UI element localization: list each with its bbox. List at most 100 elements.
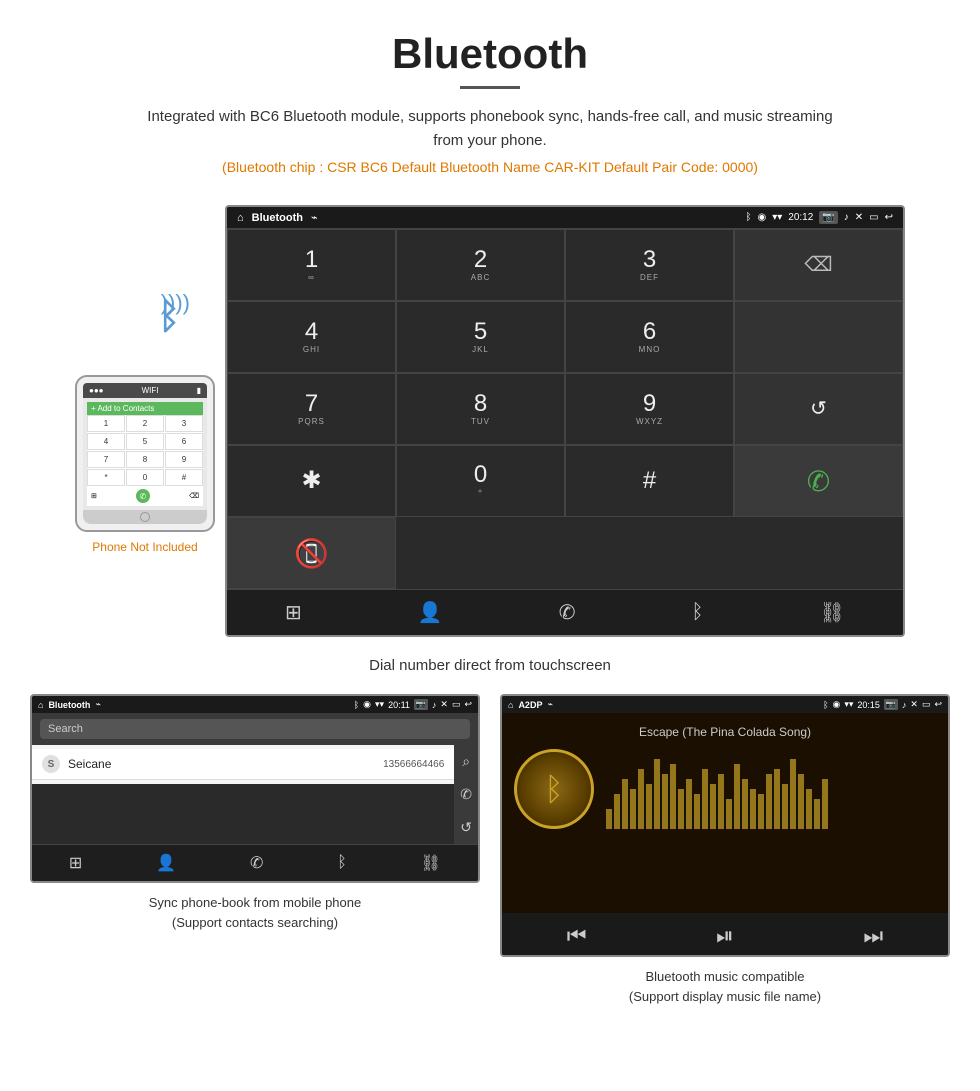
music-prev-button[interactable]: ⏮ bbox=[567, 923, 587, 949]
dialer-section: )))) ᛒ ●●● WIFI ▮ + Add to Contacts 1 2 bbox=[75, 205, 905, 637]
dial-key-4[interactable]: 4GHI bbox=[227, 301, 396, 373]
phonebook-status-bar: ⌂ Bluetooth ⌁ ᛒ ◉ ▾▾ 20:11 📷 ♪ ✕ ▭ ↩ bbox=[32, 696, 478, 713]
dial-key-8[interactable]: 8TUV bbox=[396, 373, 565, 445]
visualizer-bar bbox=[662, 774, 668, 829]
visualizer-bar bbox=[734, 764, 740, 829]
pb-call-icon[interactable]: ✆ bbox=[460, 786, 472, 803]
dial-key-3[interactable]: 3DEF bbox=[565, 229, 734, 301]
toolbar-link-icon[interactable]: ⛓ bbox=[820, 600, 845, 625]
pb-status-right: ᛒ ◉ ▾▾ 20:11 📷 ♪ ✕ ▭ ↩ bbox=[354, 699, 472, 710]
dial-key-5[interactable]: 5JKL bbox=[396, 301, 565, 373]
phone-mockup: ●●● WIFI ▮ + Add to Contacts 1 2 3 4 5 6 bbox=[75, 375, 215, 532]
music-album-art: ᛒ bbox=[514, 749, 594, 829]
visualizer-bar bbox=[654, 759, 660, 829]
visualizer-bar bbox=[806, 789, 812, 829]
visualizer-bar bbox=[710, 784, 716, 829]
toolbar-keypad-icon[interactable]: ⊞ bbox=[285, 600, 302, 625]
dialer-app-name: Bluetooth bbox=[252, 212, 303, 224]
visualizer-bar bbox=[814, 799, 820, 829]
close-icon: ✕ bbox=[855, 212, 863, 223]
visualizer-bar bbox=[606, 809, 612, 829]
visualizer-bar bbox=[622, 779, 628, 829]
page-header: Bluetooth Integrated with BC6 Bluetooth … bbox=[0, 0, 980, 205]
dial-call-button[interactable]: ✆ bbox=[734, 445, 903, 517]
pb-search-icon[interactable]: ⌕ bbox=[462, 753, 470, 770]
phonebook-content: S Seicane 13566664466 ⌕ ✆ ↺ bbox=[32, 745, 478, 844]
mus-usb-icon: ⌁ bbox=[547, 699, 552, 710]
contact-entry[interactable]: S Seicane 13566664466 bbox=[32, 749, 454, 780]
dial-backspace-key[interactable]: ⌫ bbox=[734, 229, 903, 301]
location-icon: ◉ bbox=[758, 212, 767, 223]
dial-key-6[interactable]: 6MNO bbox=[565, 301, 734, 373]
music-playpause-button[interactable]: ⏯ bbox=[716, 923, 734, 949]
music-caption-line2: (Support display music file name) bbox=[629, 989, 821, 1004]
phone-network: WIFI bbox=[142, 386, 159, 395]
pb-toolbar-keypad[interactable]: ⊞ bbox=[69, 853, 82, 873]
phone-keypad: 1 2 3 4 5 6 7 8 9 * 0 # bbox=[87, 415, 203, 486]
music-next-button[interactable]: ⏭ bbox=[863, 923, 883, 949]
phonebook-right-icons: ⌕ ✆ ↺ bbox=[454, 745, 478, 844]
status-right: ᛒ ◉ ▾▾ 20:12 📷 ♪ ✕ ▭ ↩ bbox=[746, 211, 894, 224]
add-contacts-label: + Add to Contacts bbox=[91, 404, 154, 413]
visualizer-bar bbox=[670, 764, 676, 829]
music-art-area: ᛒ bbox=[514, 749, 936, 829]
visualizer-bar bbox=[702, 769, 708, 829]
mus-app-name: A2DP bbox=[518, 700, 542, 710]
phone-bottom-row: ⊞ ✆ ⌫ bbox=[87, 486, 203, 506]
toolbar-contacts-icon[interactable]: 👤 bbox=[418, 600, 443, 625]
pb-usb-icon: ⌁ bbox=[95, 699, 100, 710]
phonebook-panel: ⌂ Bluetooth ⌁ ᛒ ◉ ▾▾ 20:11 📷 ♪ ✕ ▭ ↩ bbox=[30, 694, 480, 1006]
mus-bt-icon: ᛒ bbox=[823, 700, 828, 710]
dial-key-1[interactable]: 1∞ bbox=[227, 229, 396, 301]
phone-screen: + Add to Contacts 1 2 3 4 5 6 7 8 9 * 0 bbox=[83, 398, 207, 510]
phonebook-main: S Seicane 13566664466 bbox=[32, 745, 454, 844]
pb-toolbar-link[interactable]: ⛓ bbox=[421, 853, 441, 873]
pb-toolbar-bt[interactable]: ᛒ bbox=[337, 854, 347, 872]
visualizer-bar bbox=[686, 779, 692, 829]
music-song-title: Escape (The Pina Colada Song) bbox=[639, 725, 811, 739]
mus-win-icon: ▭ bbox=[922, 699, 931, 710]
pb-bt-icon: ᛒ bbox=[354, 700, 359, 710]
pb-home-icon: ⌂ bbox=[38, 700, 43, 710]
visualizer-bar bbox=[790, 759, 796, 829]
dial-end-button[interactable]: 📵 bbox=[227, 517, 396, 589]
pb-toolbar-phone[interactable]: ✆ bbox=[250, 853, 263, 873]
status-left: ⌂ Bluetooth ⌁ bbox=[237, 211, 318, 224]
phone-battery-icon: ▮ bbox=[197, 386, 201, 395]
phone-call-button: ✆ bbox=[136, 489, 150, 503]
pb-refresh-icon[interactable]: ↺ bbox=[460, 819, 472, 836]
dial-key-0[interactable]: 0⁺ bbox=[396, 445, 565, 517]
phone-home-circle bbox=[140, 512, 150, 522]
dial-key-hash[interactable]: # bbox=[565, 445, 734, 517]
mus-cam-icon: 📷 bbox=[884, 699, 898, 710]
music-caption-line1: Bluetooth music compatible bbox=[646, 969, 805, 984]
dial-empty-2 bbox=[734, 301, 903, 373]
dial-key-7[interactable]: 7PQRS bbox=[227, 373, 396, 445]
dial-reload-key[interactable]: ↺ bbox=[734, 373, 903, 445]
dial-key-2[interactable]: 2ABC bbox=[396, 229, 565, 301]
dialer-keys-grid: 1∞ 2ABC 3DEF ⌫ 4GHI 5JKL 6MNO 7PQRS 8TUV… bbox=[227, 228, 903, 589]
bt-status-icon: ᛒ bbox=[746, 212, 752, 223]
visualizer-bar bbox=[694, 794, 700, 829]
dialer-caption: Dial number direct from touchscreen bbox=[369, 657, 611, 674]
mus-status-left: ⌂ A2DP ⌁ bbox=[508, 699, 553, 710]
phone-key-4: 4 bbox=[87, 433, 125, 450]
mus-loc-icon: ◉ bbox=[832, 699, 840, 710]
main-content: )))) ᛒ ●●● WIFI ▮ + Add to Contacts 1 2 bbox=[0, 205, 980, 1006]
contact-name: Seicane bbox=[68, 757, 383, 771]
music-visualizer bbox=[606, 749, 936, 829]
title-divider bbox=[460, 86, 520, 89]
phonebook-search-input[interactable]: Search bbox=[40, 719, 470, 739]
toolbar-phone-icon[interactable]: ✆ bbox=[559, 600, 576, 625]
dial-key-9[interactable]: 9WXYZ bbox=[565, 373, 734, 445]
phonebook-caption-line1: Sync phone-book from mobile phone bbox=[149, 895, 361, 910]
pb-toolbar-person[interactable]: 👤 bbox=[156, 853, 176, 873]
dial-key-star[interactable]: ✱ bbox=[227, 445, 396, 517]
toolbar-bt-icon[interactable]: ᛒ bbox=[692, 601, 704, 624]
pb-back-icon: ↩ bbox=[464, 699, 472, 710]
visualizer-bar bbox=[750, 789, 756, 829]
page-title: Bluetooth bbox=[20, 30, 960, 78]
mus-back-icon: ↩ bbox=[934, 699, 942, 710]
pb-win-icon: ▭ bbox=[452, 699, 461, 710]
phonebook-screen: ⌂ Bluetooth ⌁ ᛒ ◉ ▾▾ 20:11 📷 ♪ ✕ ▭ ↩ bbox=[30, 694, 480, 883]
